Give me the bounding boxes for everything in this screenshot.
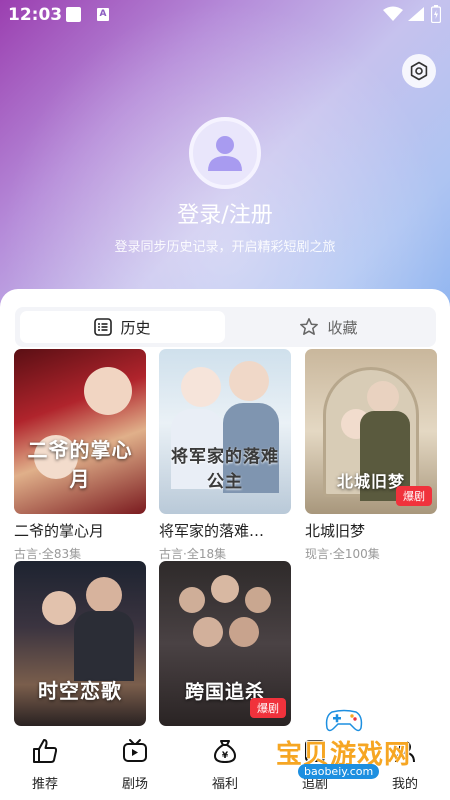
tv-icon xyxy=(123,739,147,762)
drama-poster: 时空恋歌 xyxy=(14,561,146,726)
nav-recommend-label: 推荐 xyxy=(31,777,58,792)
nav-recommend[interactable]: 推荐 xyxy=(10,737,80,792)
list-icon xyxy=(94,318,113,336)
drama-meta: 古言·全18集 xyxy=(159,547,227,561)
poster-figure xyxy=(86,577,122,613)
drama-meta: 现言·全100集 xyxy=(305,547,380,561)
poster-figure xyxy=(193,617,223,647)
drama-card[interactable]: 时空恋歌 xyxy=(14,561,146,726)
watermark-url: baobeiy.com xyxy=(298,764,380,779)
money-bag-icon: ¥ xyxy=(213,740,237,764)
drama-title: 北城旧梦 xyxy=(305,522,366,540)
thumbs-up-icon xyxy=(33,739,58,763)
poster-title-art: 将军家的落难公主 xyxy=(171,447,279,492)
tab-favorites-label: 收藏 xyxy=(327,318,358,337)
poster-title-art: 二爷的掌心月 xyxy=(27,438,133,491)
drama-card[interactable]: 跨国追杀 爆剧 xyxy=(159,561,291,726)
user-avatar-icon xyxy=(208,136,242,171)
poster-title-art: 时空恋歌 xyxy=(38,679,122,703)
nav-theater-label: 剧场 xyxy=(121,777,148,792)
poster-figure xyxy=(179,587,205,613)
notification-icon xyxy=(66,7,81,22)
nav-theater[interactable]: 剧场 xyxy=(100,737,170,792)
battery-icon xyxy=(431,5,441,23)
status-bar: 12:03 A xyxy=(0,0,450,30)
poster-figure xyxy=(74,611,134,681)
gamepad-icon xyxy=(325,709,363,732)
drama-poster: 北城旧梦 爆剧 xyxy=(305,349,437,514)
tab-history-label: 历史 xyxy=(120,318,151,337)
poster-figure xyxy=(42,591,76,625)
nav-welfare-label: 福利 xyxy=(211,777,238,792)
drama-title: 二爷的掌心月 xyxy=(14,522,105,540)
login-subtitle: 登录同步历史记录，开启精彩短剧之旅 xyxy=(114,240,336,255)
poster-figure xyxy=(245,587,271,613)
watermark-logo: 宝贝游戏网 baobeiy.com xyxy=(276,708,446,788)
login-register-link[interactable]: 登录/注册 xyxy=(0,197,450,229)
star-icon xyxy=(300,318,319,335)
wifi-icon xyxy=(383,6,403,21)
gear-icon xyxy=(410,61,428,81)
nav-welfare[interactable]: ¥ 福利 xyxy=(190,737,260,792)
drama-meta: 古言·全83集 xyxy=(14,547,82,561)
drama-title: 将军家的落难… xyxy=(159,522,265,540)
hot-badge: 爆剧 xyxy=(396,486,432,506)
drama-card[interactable]: 二爷的掌心月 二爷的掌心月 古言·全83集 xyxy=(14,349,146,562)
keyboard-icon: A xyxy=(97,8,109,21)
drama-poster: 二爷的掌心月 xyxy=(14,349,146,514)
svg-text:¥: ¥ xyxy=(222,751,229,761)
poster-figure xyxy=(181,367,221,407)
poster-figure xyxy=(229,617,259,647)
drama-poster: 跨国追杀 爆剧 xyxy=(159,561,291,726)
tab-bar: 历史 收藏 xyxy=(15,307,436,347)
drama-card[interactable]: 北城旧梦 爆剧 北城旧梦 现言·全100集 xyxy=(305,349,437,562)
poster-figure xyxy=(84,367,132,415)
settings-button[interactable] xyxy=(402,54,436,88)
poster-figure xyxy=(211,575,239,603)
avatar[interactable] xyxy=(189,117,261,189)
tab-favorites[interactable]: 收藏 xyxy=(226,311,431,343)
poster-figure xyxy=(367,381,399,413)
poster-figure xyxy=(229,361,269,401)
drama-poster: 将军家的落难公主 xyxy=(159,349,291,514)
tab-history[interactable]: 历史 xyxy=(20,311,225,343)
drama-card[interactable]: 将军家的落难公主 将军家的落难… 古言·全18集 xyxy=(159,349,291,562)
signal-icon xyxy=(408,7,424,21)
status-time: 12:03 xyxy=(8,5,63,25)
